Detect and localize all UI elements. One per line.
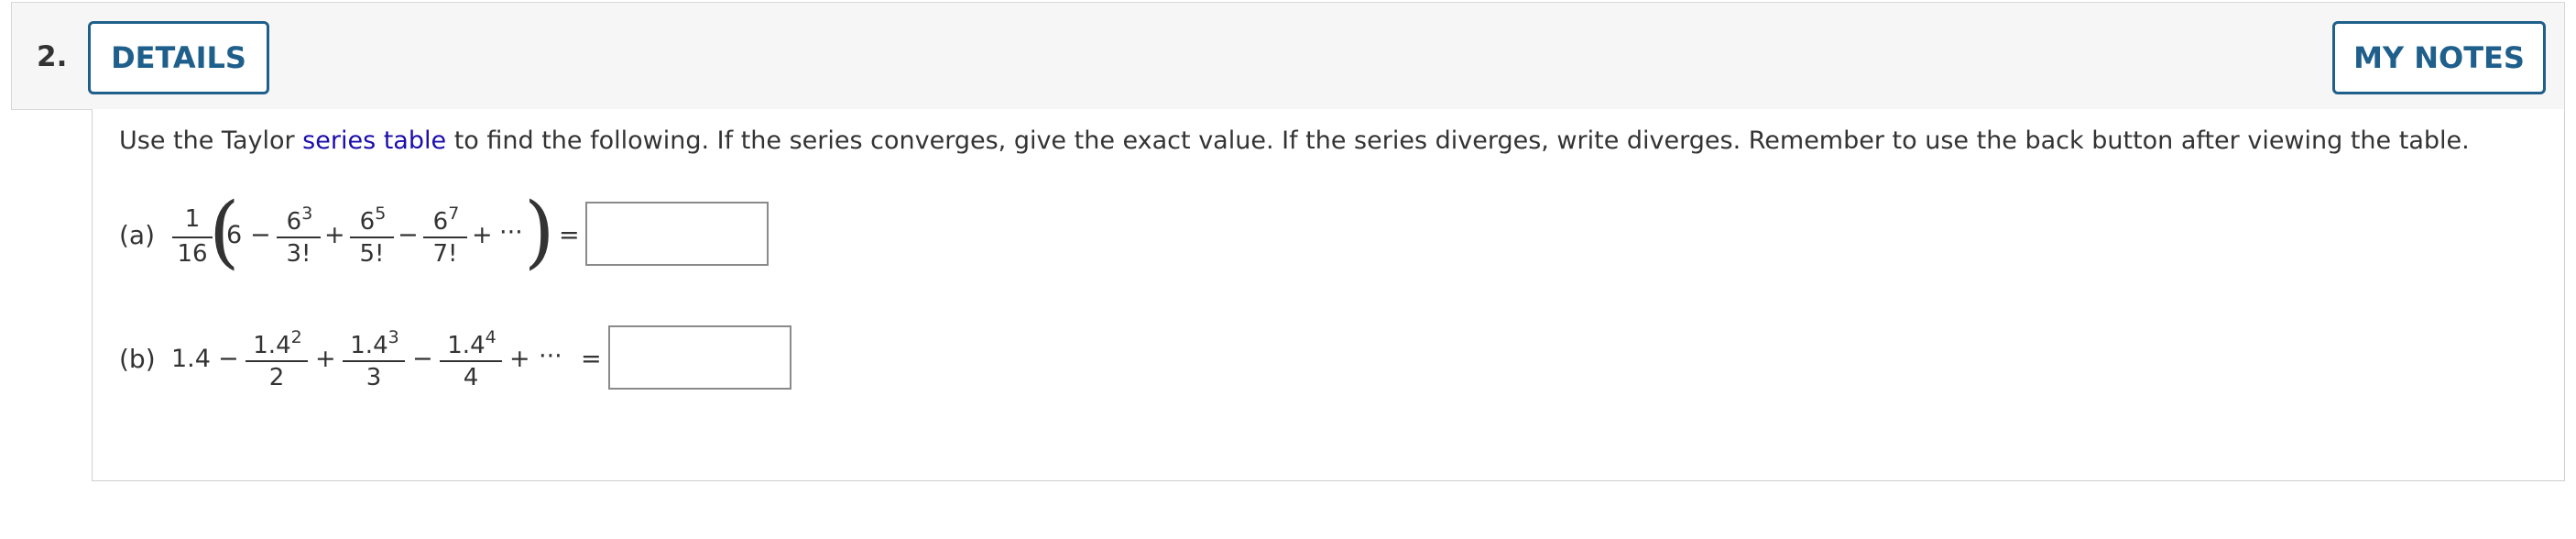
question-number: 2. [37,40,68,73]
part-b-answer-input[interactable] [608,325,791,390]
part-a-first-term: 6 [226,221,243,249]
part-a-plus-1: + [324,221,345,249]
part-a-coef-fraction-bar [172,236,213,238]
part-a-term4-denominator: 7! [432,240,458,268]
part-a-coef-numerator: 1 [184,205,201,233]
part-a-minus-1: − [250,221,271,249]
part-a-plus-2: + [472,221,493,249]
part-b-first-term: 1.4 [171,345,211,373]
part-b-plus-2: + [509,345,530,373]
part-a-coef-denominator: 16 [177,240,208,268]
details-button[interactable]: DETAILS [88,21,269,94]
part-b-label: (b) [119,344,156,374]
part-b-plus-1: + [315,345,336,373]
part-b-equals: = [581,345,602,373]
part-b-term2-numerator: 1.42 [253,327,302,359]
part-a-minus-2: − [398,221,419,249]
part-b-term2-denominator: 2 [268,364,285,391]
part-b-term3-denominator: 3 [366,364,382,391]
part-a-term3-numerator: 65 [359,204,387,236]
instructions-before: Use the Taylor [119,126,303,155]
part-a-label: (a) [119,220,156,250]
part-b-term4-numerator: 1.44 [447,327,497,359]
part-a-term2-numerator: 63 [286,204,313,236]
part-b-term3-numerator: 1.43 [350,327,399,359]
my-notes-button[interactable]: MY NOTES [2332,21,2546,94]
question-body [92,109,2565,481]
instructions-after: to find the following. If the series con… [446,126,2470,155]
part-b-minus-2: − [412,345,433,373]
part-b-term4-denominator: 4 [463,364,479,391]
series-table-link[interactable]: series table [302,126,446,155]
part-a-term4-fraction-bar [423,236,467,238]
part-a-term2-denominator: 3! [286,240,311,268]
part-b-term2-fraction-bar [246,360,308,362]
part-a-term2-fraction-bar [277,236,321,238]
instructions-text: Use the Taylor series table to find the … [119,126,2470,155]
part-a-ellipsis: ··· [499,218,523,247]
question-header [11,2,2565,110]
part-a-term3-denominator: 5! [359,240,385,268]
part-a-answer-input[interactable] [585,202,769,266]
part-b-minus-1: − [218,345,239,373]
part-a-close-paren: ) [524,186,555,278]
part-b-ellipsis: ··· [539,342,562,370]
part-a-term4-numerator: 67 [432,204,460,236]
part-b-term4-fraction-bar [440,360,502,362]
part-b-term3-fraction-bar [343,360,405,362]
part-a-term3-fraction-bar [350,236,394,238]
part-a-equals: = [559,221,580,249]
